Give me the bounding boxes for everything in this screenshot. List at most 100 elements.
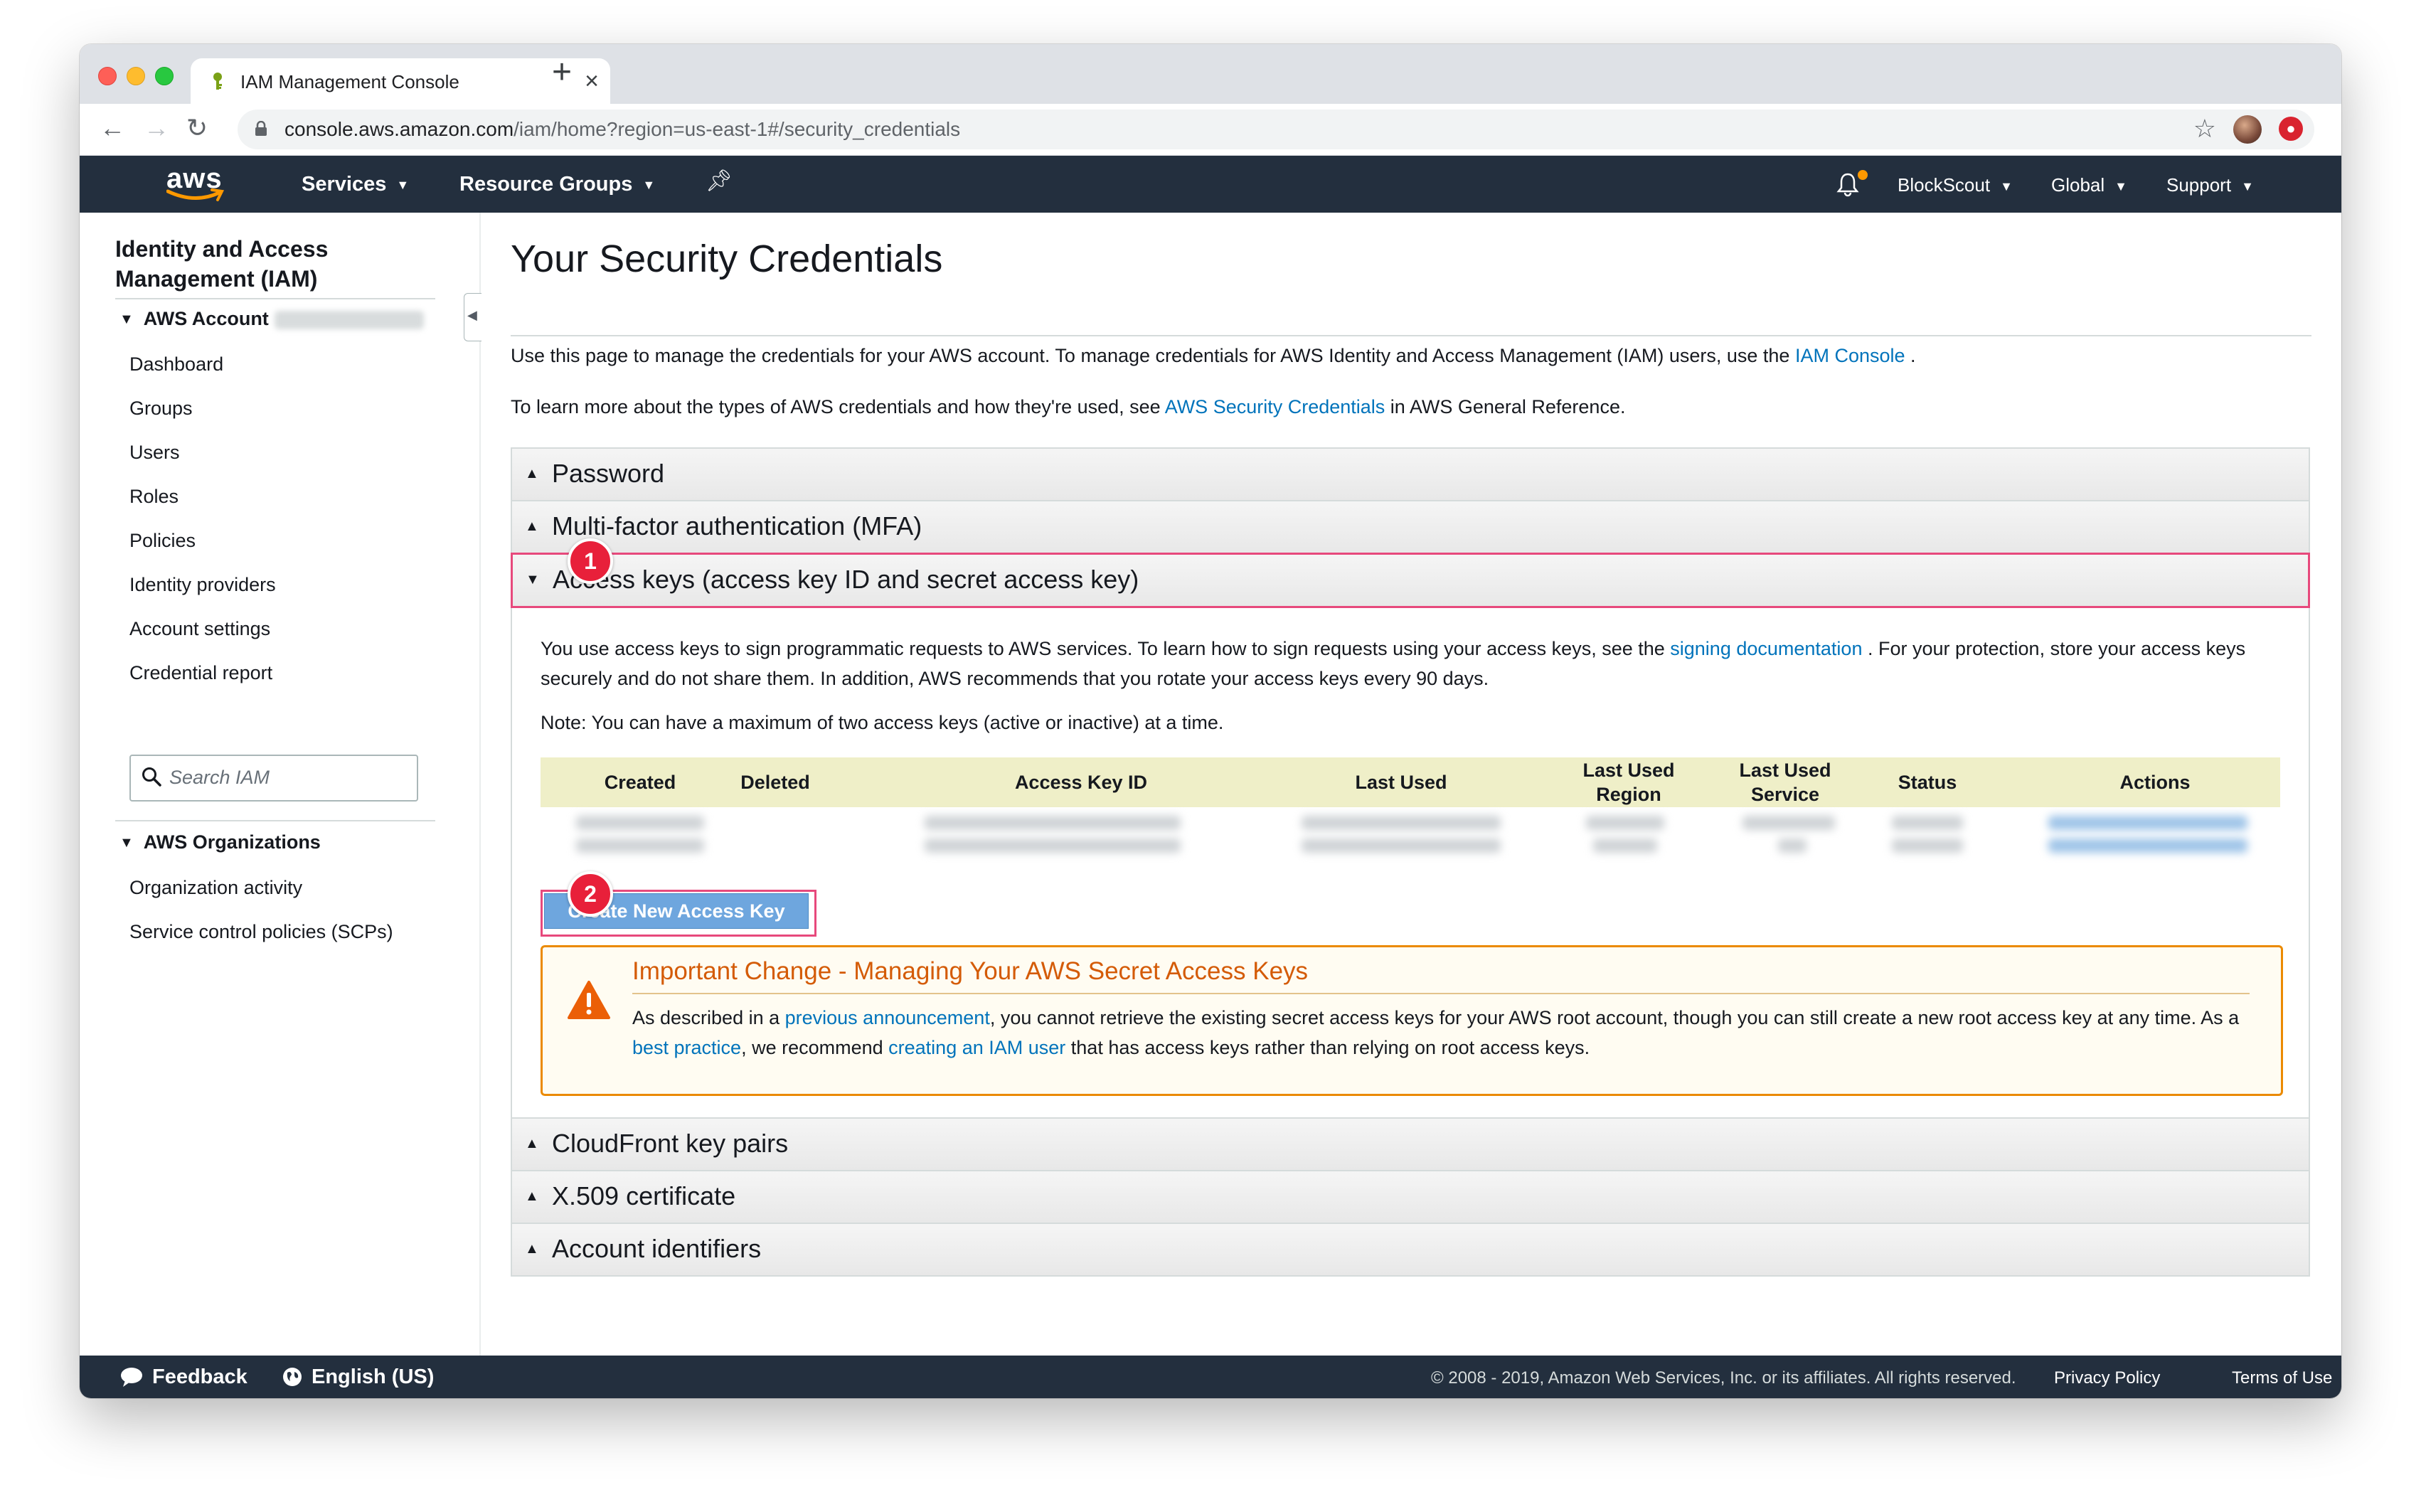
intro-paragraph: Use this page to manage the credentials …: [511, 345, 1916, 366]
chevron-down-icon: ▼: [2114, 179, 2127, 193]
sidebar-item-account-settings[interactable]: Account settings: [129, 618, 270, 640]
column-header-status[interactable]: Status: [1849, 757, 2006, 807]
window-close-button[interactable]: [98, 67, 117, 85]
divider: [511, 335, 2311, 336]
caret-down-icon: ▼: [526, 572, 540, 587]
chevron-down-icon: ▼: [2000, 179, 2013, 193]
caret-right-icon: ▲: [525, 1241, 539, 1257]
section-cloudfront-key-pairs[interactable]: ▲ CloudFront key pairs: [511, 1117, 2310, 1170]
warning-icon: [568, 981, 610, 1019]
browser-tab[interactable]: IAM Management Console ×: [191, 58, 610, 104]
globe-icon: [283, 1368, 302, 1386]
privacy-policy-link[interactable]: Privacy Policy: [2054, 1368, 2160, 1388]
back-arrow-icon[interactable]: ←: [100, 114, 125, 142]
section-x509-certificate[interactable]: ▲ X.509 certificate: [511, 1170, 2310, 1223]
column-header-created[interactable]: Created: [541, 757, 740, 807]
collapse-sidebar-button[interactable]: ◀: [464, 293, 481, 341]
caret-right-icon: ▲: [525, 1188, 539, 1204]
browser-toolbar: ← → ↻ console.aws.amazon.com/iam/home?re…: [80, 104, 2341, 156]
sidebar-item-groups[interactable]: Groups: [129, 398, 193, 420]
signing-documentation-link[interactable]: signing documentation: [1670, 638, 1862, 659]
tab-close-icon[interactable]: ×: [585, 67, 599, 95]
divider: [115, 820, 435, 821]
aws-top-nav: aws Services ▼ Resource Groups ▼ 📌︎ BlockS…: [80, 156, 2341, 213]
aws-security-credentials-link[interactable]: AWS Security Credentials: [1165, 396, 1385, 417]
sidebar-title: Identity and Access Management (IAM): [115, 236, 329, 292]
services-menu[interactable]: Services ▼: [302, 173, 409, 196]
window-minimize-button[interactable]: [127, 67, 145, 85]
alert-body: As described in a previous announcement,…: [632, 1007, 2240, 1058]
learn-more-paragraph: To learn more about the types of AWS cre…: [511, 396, 1626, 417]
tab-strip: IAM Management Console × +: [80, 44, 2341, 104]
feedback-button[interactable]: Feedback: [119, 1365, 248, 1389]
divider: [632, 993, 2250, 994]
page-title: Your Security Credentials: [511, 238, 943, 280]
caret-down-icon: ▼: [119, 835, 134, 851]
caret-down-icon: ▼: [119, 312, 134, 327]
access-keys-panel: You use access keys to sign programmatic…: [511, 608, 2310, 1117]
chevron-left-icon: ◀: [467, 308, 477, 322]
pin-icon[interactable]: 📌︎: [706, 169, 733, 193]
forward-arrow-icon[interactable]: →: [144, 114, 169, 142]
step-badge-1: 1: [568, 538, 613, 584]
bookmark-star-icon[interactable]: ☆: [2193, 114, 2216, 144]
access-keys-table: Created Deleted Access Key ID Last Used …: [541, 757, 2280, 860]
sidebar-divider: [479, 213, 481, 1393]
url-text: console.aws.amazon.com/iam/home?region=u…: [284, 118, 961, 140]
footer: Feedback English (US) © 2008 - 2019, Ama…: [80, 1356, 2341, 1398]
speech-bubble-icon: [121, 1368, 142, 1387]
access-keys-description: You use access keys to sign programmatic…: [541, 638, 2246, 689]
column-header-last-used[interactable]: Last Used: [1302, 757, 1501, 807]
browser-window: IAM Management Console × + ← → ↻ console…: [80, 44, 2341, 1398]
aws-logo[interactable]: aws: [164, 161, 228, 204]
column-header-actions[interactable]: Actions: [2048, 757, 2262, 807]
sidebar-item-roles[interactable]: Roles: [129, 486, 179, 508]
creating-iam-user-link[interactable]: creating an IAM user: [888, 1037, 1065, 1058]
important-change-alert: Important Change - Managing Your AWS Sec…: [541, 945, 2283, 1096]
sidebar: Identity and Access Management (IAM) ▼ AW…: [80, 213, 478, 1393]
new-tab-button[interactable]: +: [552, 53, 572, 92]
previous-announcement-link[interactable]: previous announcement: [785, 1007, 990, 1028]
chevron-down-icon: ▼: [396, 177, 410, 192]
step-badge-2: 2: [568, 871, 613, 917]
address-bar[interactable]: console.aws.amazon.com/iam/home?region=u…: [238, 110, 2314, 149]
column-header-deleted[interactable]: Deleted: [711, 757, 839, 807]
iam-key-icon: [213, 73, 222, 90]
resource-groups-menu[interactable]: Resource Groups ▼: [459, 173, 655, 196]
extension-icon[interactable]: ●: [2279, 117, 2303, 141]
search-input[interactable]: [168, 763, 405, 792]
reload-icon[interactable]: ↻: [186, 114, 208, 142]
support-menu[interactable]: Support ▼: [2166, 174, 2254, 196]
sidebar-item-service-control-policies[interactable]: Service control policies (SCPs): [129, 921, 393, 943]
sidebar-item-policies[interactable]: Policies: [129, 530, 196, 552]
section-access-keys[interactable]: ▼ Access keys (access key ID and secret …: [511, 553, 2310, 608]
column-header-last-used-service[interactable]: Last Used Service: [1721, 757, 1849, 807]
section-password[interactable]: ▲ Password: [511, 447, 2310, 500]
iam-console-link[interactable]: IAM Console: [1795, 345, 1905, 366]
column-header-last-used-region[interactable]: Last Used Region: [1565, 757, 1693, 807]
notification-dot: [1858, 170, 1868, 180]
profile-avatar[interactable]: [2233, 115, 2262, 144]
redacted-account-id: [274, 310, 424, 329]
main-content: Your Security Credentials Use this page …: [511, 213, 2316, 1365]
section-account-identifiers[interactable]: ▲ Account identifiers: [511, 1223, 2310, 1277]
language-selector[interactable]: English (US): [282, 1365, 434, 1389]
sidebar-item-credential-report[interactable]: Credential report: [129, 662, 272, 684]
sidebar-item-organization-activity[interactable]: Organization activity: [129, 877, 302, 899]
sidebar-group-aws-account[interactable]: ▼ AWS Account: [119, 308, 424, 330]
aws-smile-icon: [166, 188, 225, 201]
sidebar-group-aws-organizations[interactable]: ▼ AWS Organizations: [119, 831, 321, 853]
access-keys-note: Note: You can have a maximum of two acce…: [541, 712, 1224, 733]
section-mfa[interactable]: ▲ Multi-factor authentication (MFA): [511, 500, 2310, 553]
terms-of-use-link[interactable]: Terms of Use: [2232, 1368, 2332, 1388]
best-practice-link[interactable]: best practice: [632, 1037, 741, 1058]
sidebar-item-dashboard[interactable]: Dashboard: [129, 353, 223, 376]
search-iam-field[interactable]: [129, 755, 418, 802]
window-zoom-button[interactable]: [155, 67, 174, 85]
column-header-access-key-id[interactable]: Access Key ID: [939, 757, 1223, 807]
chevron-down-icon: ▼: [642, 177, 656, 192]
sidebar-item-users[interactable]: Users: [129, 442, 180, 464]
account-menu[interactable]: BlockScout ▼: [1898, 174, 2013, 196]
sidebar-item-identity-providers[interactable]: Identity providers: [129, 574, 276, 596]
region-menu[interactable]: Global ▼: [2051, 174, 2127, 196]
